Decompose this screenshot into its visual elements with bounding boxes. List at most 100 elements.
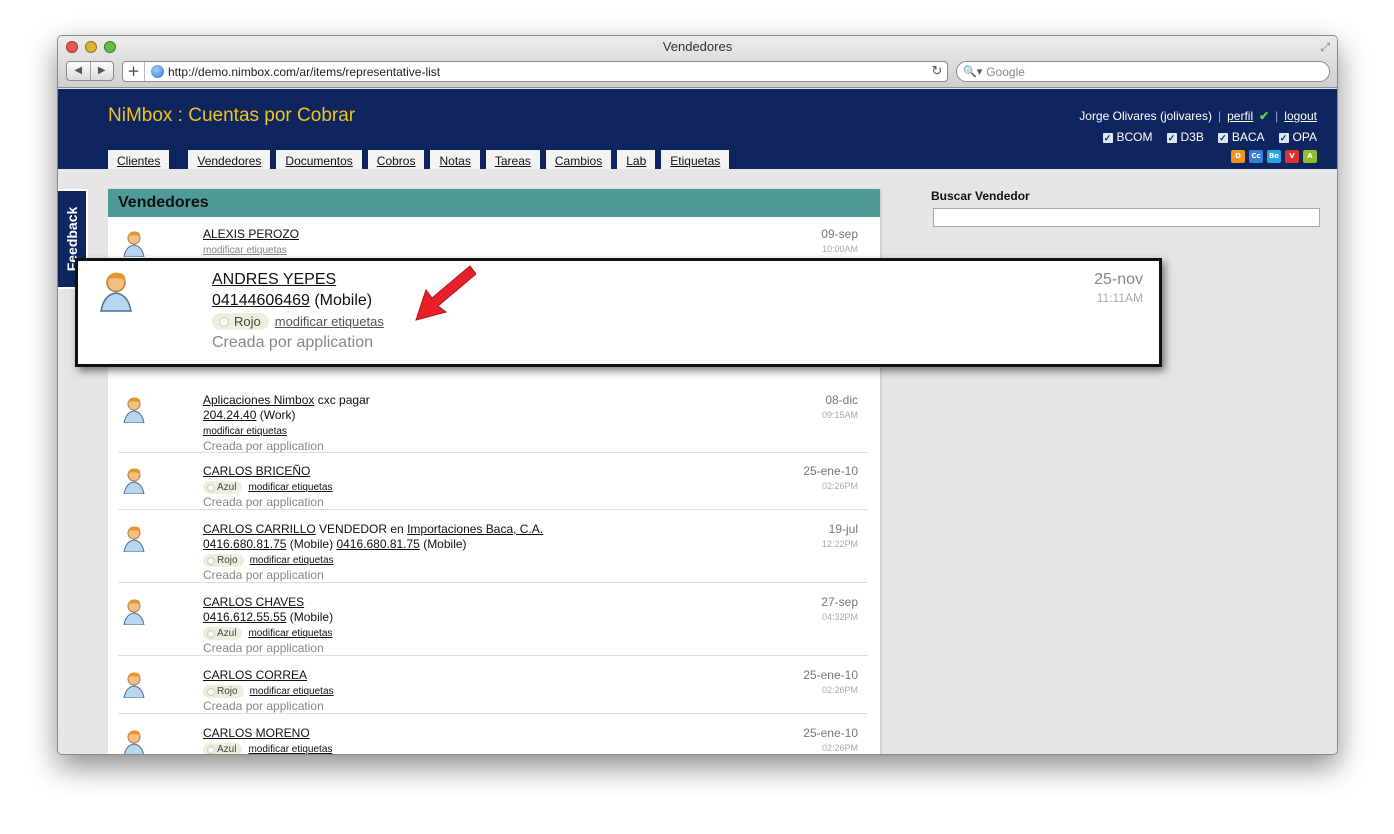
phone-link[interactable]: 0416.680.81.75: [203, 537, 286, 551]
person-icon: [100, 272, 132, 312]
search-vendor-input[interactable]: [933, 208, 1320, 227]
company-opa[interactable]: ✓ OPA: [1278, 130, 1317, 144]
vendor-name-link[interactable]: CARLOS CHAVES: [203, 595, 304, 609]
row-date: 09-sep: [821, 227, 858, 241]
checkbox-icon[interactable]: ✓: [1217, 133, 1228, 143]
app-header: NiMbox : Cuentas por Cobrar Jorge Olivar…: [58, 89, 1337, 169]
person-icon: [123, 397, 145, 423]
company-baca[interactable]: ✓ BACA: [1217, 130, 1265, 144]
tag-badge[interactable]: Rojo: [203, 554, 244, 567]
search-vendor-label: Buscar Vendedor: [931, 189, 1030, 203]
vendor-name-link[interactable]: CARLOS CORREA: [203, 668, 307, 682]
tab-clientes[interactable]: Clientes: [108, 150, 170, 169]
edit-tags-link[interactable]: modificar etiquetas: [203, 426, 287, 437]
created-by: Creada por application: [212, 334, 373, 351]
edit-tags-link[interactable]: modificar etiquetas: [275, 314, 384, 329]
created-by: Creada por application: [203, 641, 324, 655]
tab-cobros[interactable]: Cobros: [367, 150, 425, 169]
phone-link[interactable]: 204.24.40: [203, 408, 256, 422]
add-bookmark-icon[interactable]: +: [123, 62, 145, 81]
row-time: 11:11AM: [1096, 291, 1143, 305]
vendor-name-link[interactable]: CARLOS MORENO: [203, 726, 310, 740]
tab-lab[interactable]: Lab: [617, 150, 656, 169]
tab-documentos[interactable]: Documentos: [276, 150, 362, 169]
list-item: CARLOS CARRILLO VENDEDOR en Importacione…: [118, 520, 868, 583]
created-by: Creada por application: [203, 495, 324, 509]
phone-link[interactable]: 0416.680.81.75: [336, 537, 419, 551]
tab-notas[interactable]: Notas: [430, 150, 480, 169]
back-icon[interactable]: ◀: [67, 62, 91, 80]
url-text[interactable]: http://demo.nimbox.com/ar/items/represen…: [168, 65, 927, 79]
tag-badge[interactable]: Azul: [203, 481, 243, 494]
browser-window: Vendedores ⤢ ◀ ▶ + http://demo.nimbox.co…: [57, 35, 1338, 755]
vendor-name-link[interactable]: ALEXIS PEROZO: [203, 227, 299, 241]
company-link[interactable]: Importaciones Baca, C.A.: [407, 522, 543, 536]
mini-be-icon[interactable]: Be: [1267, 150, 1281, 163]
red-arrow-icon: [415, 265, 476, 321]
list-item: Aplicaciones Nimbox cxc pagar 204.24.40 …: [118, 391, 868, 453]
checkbox-icon[interactable]: ✓: [1278, 133, 1289, 143]
vendor-name-link[interactable]: ANDRES YEPES: [212, 271, 336, 288]
company-d3b[interactable]: ✓ D3B: [1166, 130, 1204, 144]
person-icon: [123, 231, 145, 257]
edit-tags-link[interactable]: modificar etiquetas: [250, 555, 334, 566]
row-time: 02:26PM: [821, 743, 858, 753]
mini-d-icon[interactable]: D: [1231, 150, 1245, 163]
user-name: Jorge Olivares (jolivares): [1079, 109, 1212, 123]
row-date: 25-ene-10: [803, 726, 858, 740]
person-icon: [123, 730, 145, 754]
tag-badge[interactable]: Rojo: [203, 685, 244, 698]
list-item: CARLOS MORENO Azulmodificar etiquetas Cr…: [118, 724, 868, 754]
company-toggles: ✓ BCOM ✓ D3B ✓ BACA ✓ OPA: [1102, 130, 1317, 144]
fullscreen-icon[interactable]: ⤢: [1320, 40, 1330, 55]
page-content: NiMbox : Cuentas por Cobrar Jorge Olivar…: [58, 89, 1337, 754]
vendor-name-link[interactable]: CARLOS CARRILLO: [203, 522, 316, 536]
tag-badge[interactable]: Azul: [203, 627, 243, 640]
edit-tags-link[interactable]: modificar etiquetas: [250, 686, 334, 697]
address-bar[interactable]: + http://demo.nimbox.com/ar/items/repres…: [122, 61, 948, 82]
globe-icon: [151, 65, 164, 78]
tag-badge[interactable]: Rojo: [212, 313, 269, 330]
row-date: 08-dic: [825, 393, 858, 407]
row-time: 04:32PM: [821, 612, 858, 622]
history-nav: ◀ ▶: [66, 61, 114, 81]
edit-tags-link[interactable]: modificar etiquetas: [248, 628, 332, 639]
mini-icon-bar: D Cc Be V A: [1231, 150, 1317, 163]
edit-tags-link[interactable]: modificar etiquetas: [203, 245, 287, 256]
company-bcom[interactable]: ✓ BCOM: [1102, 130, 1153, 144]
row-time: 09:15AM: [821, 410, 858, 420]
phone-link[interactable]: 0416.612.55.55: [203, 610, 286, 624]
vendor-name-link[interactable]: CARLOS BRICEÑO: [203, 464, 310, 478]
tab-cambios[interactable]: Cambios: [545, 150, 612, 169]
created-by: Creada por application: [203, 439, 324, 453]
mini-a-icon[interactable]: A: [1303, 150, 1317, 163]
check-icon: ✔: [1259, 109, 1270, 123]
reload-icon[interactable]: ↻: [927, 64, 947, 79]
row-date: 25-nov: [1094, 271, 1143, 288]
phone-link[interactable]: 04144606469: [212, 292, 310, 309]
browser-search-field[interactable]: 🔍▾ Google: [956, 61, 1330, 82]
row-date: 19-jul: [828, 522, 858, 536]
list-item: CARLOS CHAVES 0416.612.55.55 (Mobile) Az…: [118, 593, 868, 656]
mini-v-icon[interactable]: V: [1285, 150, 1299, 163]
tab-tareas[interactable]: Tareas: [485, 150, 540, 169]
profile-link[interactable]: perfil: [1227, 109, 1253, 123]
search-placeholder: Google: [986, 64, 1025, 79]
edit-tags-link[interactable]: modificar etiquetas: [248, 744, 332, 754]
checkbox-icon[interactable]: ✓: [1102, 133, 1113, 143]
tag-badge[interactable]: Azul: [203, 743, 243, 754]
created-by: Creada por application: [203, 568, 324, 582]
tab-vendedores[interactable]: Vendedores: [188, 150, 271, 169]
main-tabs: Clientes Vendedores Documentos Cobros No…: [108, 150, 730, 169]
edit-tags-link[interactable]: modificar etiquetas: [248, 482, 332, 493]
mini-cc-icon[interactable]: Cc: [1249, 150, 1263, 163]
vendor-name-link[interactable]: Aplicaciones Nimbox: [203, 393, 314, 407]
titlebar: Vendedores ⤢ ◀ ▶ + http://demo.nimbox.co…: [58, 36, 1337, 88]
forward-icon[interactable]: ▶: [91, 62, 114, 80]
logout-link[interactable]: logout: [1284, 109, 1317, 123]
person-icon: [123, 599, 145, 625]
row-date: 27-sep: [821, 595, 858, 609]
user-bar: Jorge Olivares (jolivares) | perfil ✔ | …: [1079, 109, 1317, 123]
checkbox-icon[interactable]: ✓: [1166, 133, 1177, 143]
tab-etiquetas[interactable]: Etiquetas: [661, 150, 730, 169]
